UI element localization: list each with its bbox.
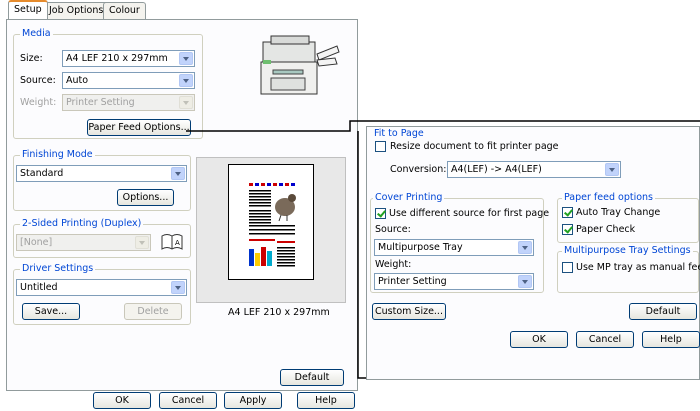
finishing-select[interactable]: Standard — [16, 165, 187, 182]
delete-button[interactable]: Delete — [124, 303, 182, 320]
driver-settings-group-label: Driver Settings — [20, 263, 96, 274]
chevron-down-icon[interactable] — [179, 74, 193, 87]
preview-caption: A4 LEF 210 x 297mm — [228, 307, 330, 318]
apply-button[interactable]: Apply — [224, 392, 282, 409]
printer-image — [260, 35, 340, 95]
chevron-down-icon[interactable] — [171, 281, 185, 294]
use-different-source-label: Use different source for first page — [389, 208, 550, 219]
size-select[interactable]: A4 LEF 210 x 297mm — [62, 50, 195, 67]
paper-check-checkbox[interactable] — [562, 224, 573, 235]
cover-weight-value: Printer Setting — [378, 276, 447, 287]
conversion-label: Conversion: — [390, 164, 447, 175]
resize-checkbox[interactable] — [375, 141, 386, 152]
media-group-label: Media — [20, 28, 53, 39]
finishing-select-value: Standard — [20, 168, 64, 179]
paper-feed-options-label: Paper feed options — [562, 192, 655, 203]
help-button[interactable]: Help — [297, 392, 355, 409]
mp-tray-settings-label: Multipurpose Tray Settings — [562, 245, 693, 256]
driver-settings-select-value: Untitled — [20, 282, 58, 293]
paper-check-label: Paper Check — [576, 224, 636, 235]
cover-source-select[interactable]: Multipurpose Tray — [374, 239, 534, 256]
paper-feed-options-group: Paper feed options Auto Tray Change Pape… — [557, 192, 699, 243]
tab-job-options[interactable]: Job Options — [43, 2, 110, 19]
save-button[interactable]: Save... — [22, 303, 80, 320]
setup-panel: Media Size: A4 LEF 210 x 297mm Source: A… — [6, 19, 358, 391]
duplex-select[interactable]: [None] — [16, 234, 151, 251]
paper-feed-options-button[interactable]: Paper Feed Options... — [87, 119, 191, 136]
conversion-select-value: A4(LEF) -> A4(LEF) — [451, 164, 542, 175]
page-preview — [196, 157, 346, 303]
sample-page-image — [249, 183, 296, 267]
driver-settings-select[interactable]: Untitled — [16, 279, 187, 296]
chevron-down-icon[interactable] — [135, 236, 149, 249]
chevron-down-icon[interactable] — [171, 167, 185, 180]
weight-select-value: Printer Setting — [66, 97, 135, 108]
cancel-button[interactable]: Cancel — [159, 392, 217, 409]
cover-printing-label: Cover Printing — [373, 192, 445, 203]
cover-weight-label: Weight: — [375, 259, 412, 270]
source-select[interactable]: Auto — [62, 72, 195, 89]
default-button[interactable]: Default — [280, 369, 344, 386]
tab-setup[interactable]: Setup — [8, 0, 48, 19]
mp-manual-feed-label: Use MP tray as manual feed — [576, 262, 700, 273]
ok-button[interactable]: OK — [93, 392, 151, 409]
chevron-down-icon[interactable] — [179, 52, 193, 65]
conversion-select[interactable]: A4(LEF) -> A4(LEF) — [447, 161, 621, 178]
cover-source-value: Multipurpose Tray — [378, 242, 463, 253]
feed-help-button[interactable]: Help — [642, 331, 700, 348]
mp-manual-feed-checkbox[interactable] — [562, 262, 573, 273]
paper-thumbnail — [228, 164, 314, 280]
fit-to-page-label: Fit to Page — [374, 128, 424, 139]
cover-source-label: Source: — [375, 224, 411, 235]
feed-cancel-button[interactable]: Cancel — [576, 331, 634, 348]
chevron-down-icon[interactable] — [605, 163, 619, 176]
options-button[interactable]: Options... — [117, 189, 174, 206]
resize-label: Resize document to fit printer page — [390, 141, 559, 152]
mp-tray-settings-group: Multipurpose Tray Settings Use MP tray a… — [557, 245, 700, 293]
size-select-value: A4 LEF 210 x 297mm — [66, 53, 168, 64]
feed-ok-button[interactable]: OK — [510, 331, 568, 348]
source-select-value: Auto — [66, 75, 89, 86]
duplex-group-label: 2-Sided Printing (Duplex) — [20, 218, 144, 229]
paper-feed-options-dialog: Fit to Page Resize document to fit print… — [366, 126, 700, 380]
duplex-group: 2-Sided Printing (Duplex) [None] A — [13, 218, 191, 258]
auto-tray-change-checkbox[interactable] — [562, 207, 573, 218]
chevron-down-icon[interactable] — [179, 96, 193, 109]
weight-label: Weight: — [20, 97, 57, 108]
size-label: Size: — [20, 53, 43, 64]
weight-select[interactable]: Printer Setting — [62, 94, 195, 111]
svg-text:A: A — [175, 239, 180, 247]
finishing-group: Finishing Mode Standard Options... — [13, 149, 191, 211]
custom-size-button[interactable]: Custom Size... — [372, 303, 446, 320]
book-icon[interactable]: A — [160, 232, 184, 252]
media-group: Media Size: A4 LEF 210 x 297mm Source: A… — [13, 28, 203, 139]
cover-printing-group: Cover Printing Use different source for … — [370, 192, 549, 293]
use-different-source-checkbox[interactable] — [375, 208, 386, 219]
duplex-select-value: [None] — [20, 237, 53, 248]
auto-tray-change-label: Auto Tray Change — [576, 207, 661, 218]
tab-colour[interactable]: Colour — [103, 2, 146, 19]
finishing-group-label: Finishing Mode — [20, 149, 95, 160]
chevron-down-icon[interactable] — [518, 275, 532, 288]
chevron-down-icon[interactable] — [518, 241, 532, 254]
feed-default-button[interactable]: Default — [629, 303, 697, 320]
driver-settings-group: Driver Settings Untitled Save... Delete — [13, 263, 191, 325]
source-label: Source: — [20, 75, 56, 86]
cover-weight-select[interactable]: Printer Setting — [374, 273, 534, 290]
